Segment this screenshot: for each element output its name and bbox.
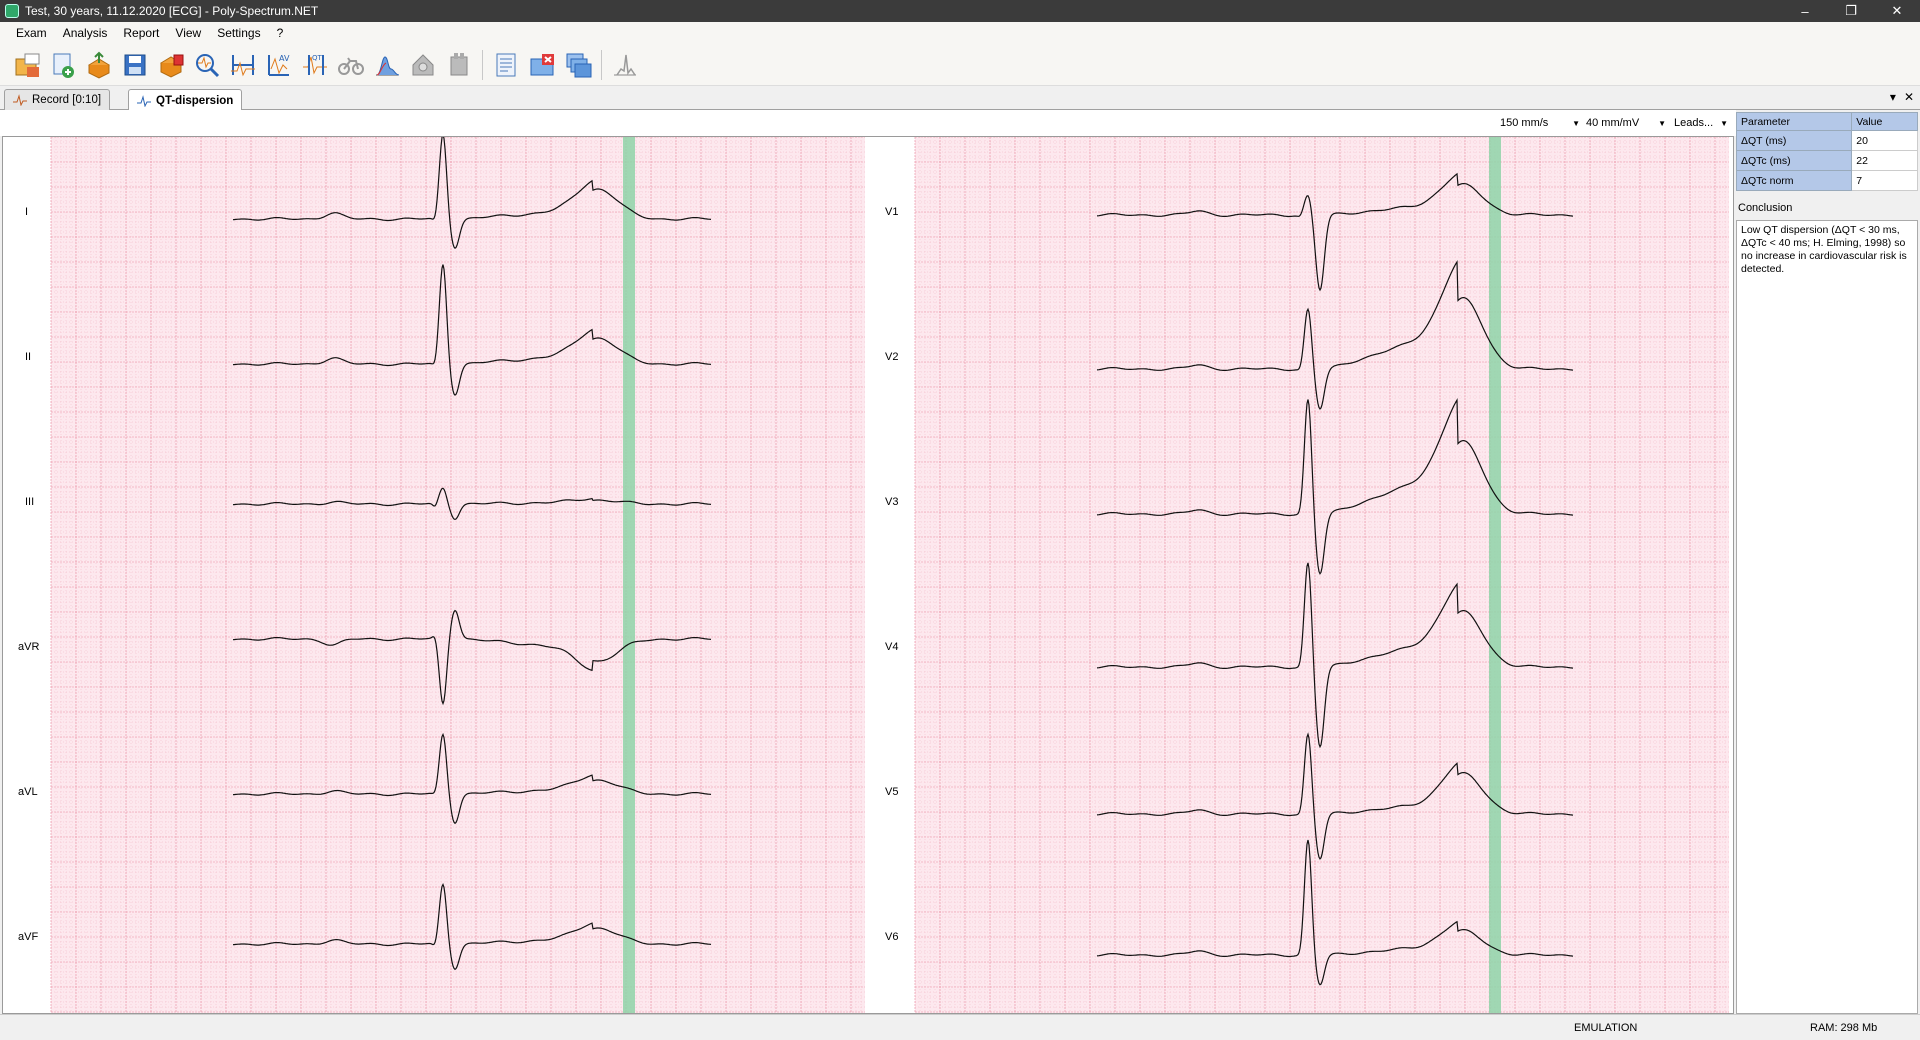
table-row[interactable]: ΔQTc norm 7 <box>1735 170 1918 191</box>
lead-label-V2: V2 <box>885 351 899 363</box>
lead-label-II: II <box>25 351 32 363</box>
tab-close-icon[interactable]: ✕ <box>1904 90 1914 104</box>
tab-dropdown-icon[interactable]: ▾ <box>1890 90 1896 104</box>
lead-label-V1: V1 <box>885 206 899 218</box>
toolbar-separator <box>601 49 602 80</box>
close-button[interactable]: ✕ <box>1874 0 1920 22</box>
menu-help[interactable]: ? <box>269 26 292 40</box>
spectrum-icon[interactable] <box>372 48 402 82</box>
param-value[interactable]: 7 <box>1851 170 1918 191</box>
table-row[interactable]: ΔQTc (ms) 22 <box>1735 150 1918 171</box>
chevron-down-icon: ▼ <box>1658 118 1666 128</box>
leads-select[interactable]: Leads... ▼ <box>1674 115 1728 131</box>
ecg-grid-paper <box>915 137 1729 1013</box>
tab-record[interactable]: Record [0:10] <box>4 89 111 110</box>
window-title: Test, 30 years, 11.12.2020 [ECG] - Poly-… <box>25 4 319 18</box>
app-logo-icon <box>5 4 19 18</box>
status-mode: EMULATION <box>1574 1022 1638 1034</box>
chevron-down-icon: ▼ <box>1720 118 1728 128</box>
qt-measure-icon[interactable]: QT <box>300 48 330 82</box>
column-header-value: Value <box>1851 112 1918 131</box>
minimize-button[interactable]: – <box>1782 0 1828 22</box>
lead-label-V3: V3 <box>885 496 899 508</box>
lead-label-V6: V6 <box>885 931 899 943</box>
param-value[interactable]: 22 <box>1851 150 1918 171</box>
speed-select-value: 150 mm/s <box>1500 117 1549 129</box>
import-icon[interactable] <box>48 48 78 82</box>
device-icon[interactable] <box>444 48 474 82</box>
ecg-zoom-icon[interactable] <box>192 48 222 82</box>
report-icon[interactable] <box>491 48 521 82</box>
title-bar: Test, 30 years, 11.12.2020 [ECG] - Poly-… <box>0 0 1920 22</box>
print-icon[interactable] <box>156 48 186 82</box>
lead-label-aVF: aVF <box>18 931 39 943</box>
lead-label-V5: V5 <box>885 786 899 798</box>
ecg-grid-paper <box>51 137 865 1013</box>
menu-analysis[interactable]: Analysis <box>55 26 116 40</box>
qt-end-marker-left <box>623 137 635 1013</box>
param-name: ΔQTc norm <box>1735 170 1853 191</box>
tab-strip: Record [0:10] QT-dispersion ▾ ✕ <box>0 87 1920 111</box>
tab-qt-dispersion[interactable]: QT-dispersion <box>128 89 243 111</box>
qt-wave-icon <box>137 94 151 107</box>
export-icon[interactable] <box>84 48 114 82</box>
lead-label-aVR: aVR <box>18 641 40 653</box>
lead-label-aVL: aVL <box>18 786 38 798</box>
menu-exam[interactable]: Exam <box>8 26 55 40</box>
status-ram: RAM: 298 Mb <box>1810 1022 1878 1034</box>
param-name: ΔQT (ms) <box>1735 130 1853 151</box>
ecg-plot[interactable] <box>3 137 1733 1013</box>
param-value[interactable]: 20 <box>1851 130 1918 151</box>
bicycle-test-icon[interactable] <box>336 48 366 82</box>
home-icon[interactable] <box>408 48 438 82</box>
save-icon[interactable] <box>120 48 150 82</box>
display-options-bar: 150 mm/s ▼ 40 mm/mV ▼ Leads... ▼ <box>0 110 1736 136</box>
lead-label-III: III <box>25 496 35 508</box>
menu-settings[interactable]: Settings <box>209 26 268 40</box>
amplitude-measure-icon[interactable]: AV <box>264 48 294 82</box>
toolbar: AV QT <box>0 44 1920 86</box>
parameter-table: Parameter Value ΔQT (ms) 20 ΔQTc (ms) 22… <box>1735 112 1918 191</box>
toolbar-separator <box>482 49 483 80</box>
close-window-icon[interactable] <box>527 48 557 82</box>
lead-label-V4: V4 <box>885 641 899 653</box>
column-header-parameter: Parameter <box>1735 112 1853 131</box>
menu-report[interactable]: Report <box>115 26 167 40</box>
tab-record-label: Record [0:10] <box>32 94 102 106</box>
status-bar: EMULATION RAM: 298 Mb <box>0 1014 1920 1040</box>
menu-view[interactable]: View <box>167 26 209 40</box>
menu-bar: Exam Analysis Report View Settings ? <box>0 22 1920 44</box>
windows-icon[interactable] <box>563 48 593 82</box>
open-exam-icon[interactable] <box>12 48 42 82</box>
gain-select-value: 40 mm/mV <box>1586 117 1640 129</box>
speed-select[interactable]: 150 mm/s ▼ <box>1500 115 1580 131</box>
svg-text:AV: AV <box>279 54 290 63</box>
table-row[interactable]: ΔQT (ms) 20 <box>1735 130 1918 151</box>
restore-button[interactable]: ❐ <box>1828 0 1874 22</box>
conclusion-label: Conclusion <box>1738 202 1793 214</box>
chevron-down-icon: ▼ <box>1572 118 1580 128</box>
tab-qt-dispersion-label: QT-dispersion <box>156 94 234 107</box>
results-panel: Parameter Value ΔQT (ms) 20 ΔQTc (ms) 22… <box>1735 110 1920 1014</box>
svg-text:QT: QT <box>312 54 323 62</box>
ecg-wave-icon <box>13 94 27 106</box>
conclusion-text[interactable]: Low QT dispersion (ΔQT < 30 ms, ΔQTc < 4… <box>1736 220 1918 1014</box>
interval-measure-icon[interactable] <box>228 48 258 82</box>
lead-label-I: I <box>25 206 29 218</box>
param-name: ΔQTc (ms) <box>1735 150 1853 171</box>
qt-end-marker-right <box>1489 137 1501 1013</box>
signal-icon[interactable] <box>610 48 640 82</box>
ecg-chart-area[interactable]: I II III aVR aVL aVF V1 V2 V3 V4 V5 V6 <box>2 136 1734 1014</box>
leads-select-value: Leads... <box>1674 117 1714 129</box>
gain-select[interactable]: 40 mm/mV ▼ <box>1586 115 1666 131</box>
